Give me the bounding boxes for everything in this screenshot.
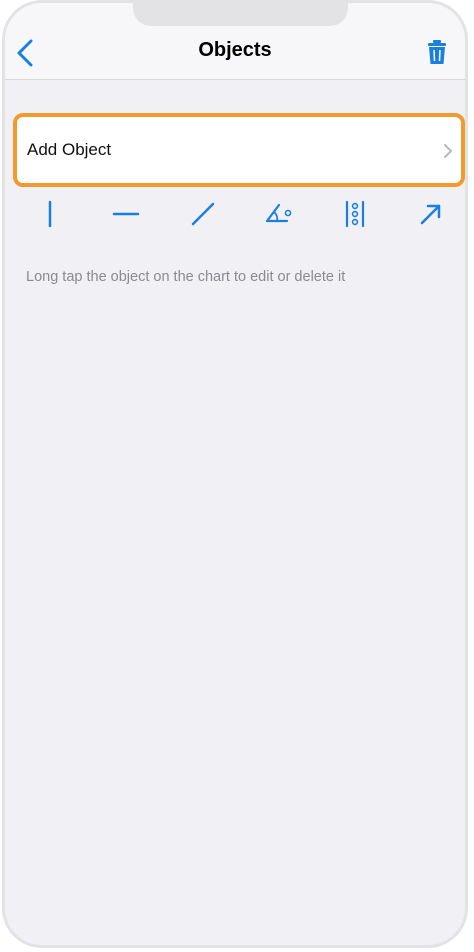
- hint-text: Long tap the object on the chart to edit…: [26, 269, 346, 285]
- angle-tool[interactable]: [263, 199, 293, 229]
- angle-icon: [265, 203, 292, 223]
- fibonacci-levels-tool[interactable]: [340, 199, 370, 229]
- trend-line-tool[interactable]: [188, 199, 218, 229]
- add-object-highlight: Add Object: [13, 113, 465, 187]
- horizontal-line-icon: [112, 212, 140, 216]
- fibonacci-levels-icon: [345, 200, 365, 228]
- trend-line-icon: [191, 202, 215, 226]
- horizontal-line-tool[interactable]: [111, 199, 141, 229]
- add-object-label: Add Object: [27, 140, 112, 159]
- page-title: Objects: [198, 39, 272, 61]
- delete-all-button[interactable]: [425, 38, 449, 66]
- object-tools-bar: [5, 199, 465, 229]
- vertical-line-tool[interactable]: [35, 199, 65, 229]
- chevron-right-icon: [444, 144, 452, 158]
- arrow-tool[interactable]: [416, 199, 446, 229]
- add-object-button[interactable]: Add Object: [17, 117, 461, 183]
- device-notch: [133, 3, 348, 26]
- arrow-icon: [420, 204, 441, 225]
- vertical-line-icon: [48, 200, 52, 228]
- phone-frame: Objects Add Object Long tap the object o…: [2, 0, 468, 948]
- trash-icon: [428, 40, 446, 64]
